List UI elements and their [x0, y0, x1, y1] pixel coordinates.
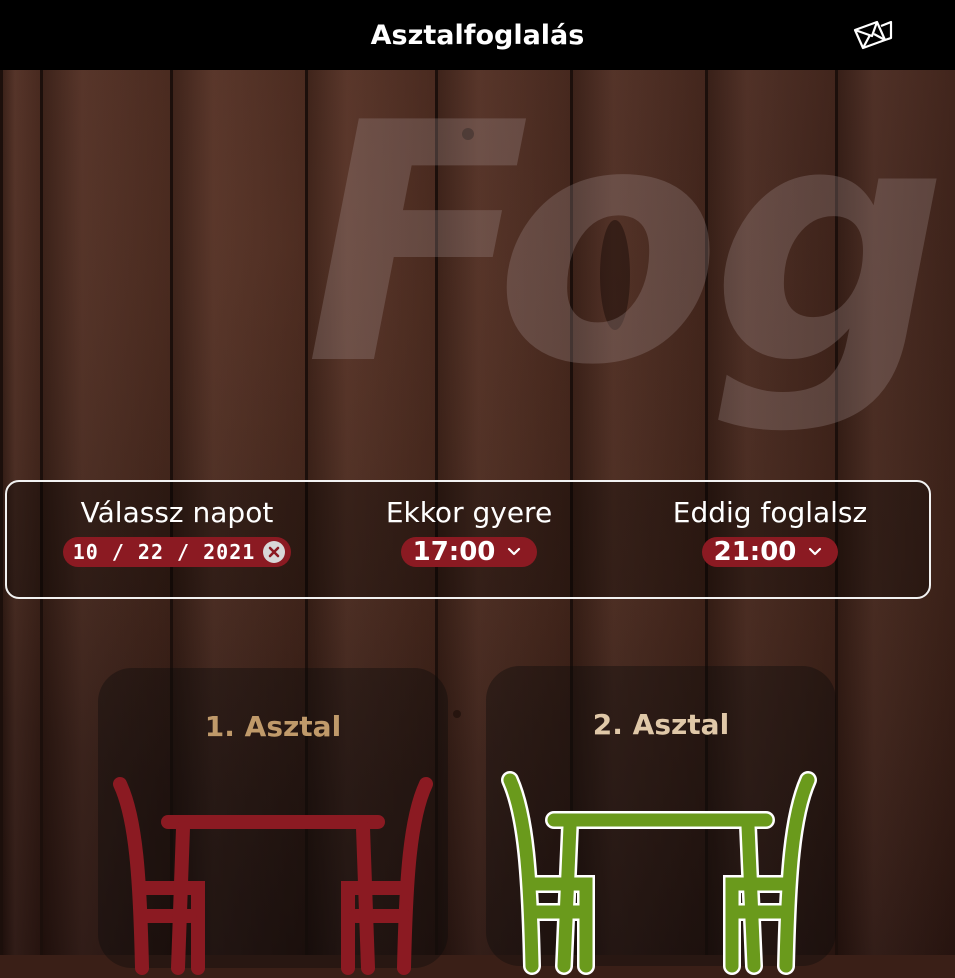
- end-time-value: 21:00: [713, 537, 797, 567]
- table-chairs-icon: [113, 777, 433, 975]
- top-bar: Asztalfoglalás: [0, 0, 955, 70]
- start-time-label: Ekkor gyere: [385, 496, 553, 529]
- start-time-select[interactable]: 17:00: [400, 537, 538, 567]
- chevron-down-icon: [809, 547, 822, 556]
- end-time-field: Eddig foglalsz 21:00: [640, 496, 900, 567]
- date-label: Válassz napot: [80, 496, 274, 529]
- reservation-form: Válassz napot 10 / 22 / 2021 Ekkor gyere…: [5, 480, 931, 599]
- date-field: Válassz napot 10 / 22 / 2021: [57, 496, 297, 567]
- close-icon: [264, 542, 285, 562]
- page-title: Asztalfoglalás: [370, 19, 585, 51]
- end-time-select[interactable]: 21:00: [701, 537, 839, 567]
- date-value: 10 / 22 / 2021: [72, 540, 256, 564]
- table-card-2[interactable]: 2. Asztal: [486, 666, 836, 975]
- end-time-label: Eddig foglalsz: [672, 496, 868, 529]
- background-watermark: Fog: [305, 70, 948, 437]
- table-2-label: 2. Asztal: [592, 708, 730, 741]
- mail-icon[interactable]: [851, 18, 895, 52]
- chevron-down-icon: [508, 547, 521, 556]
- date-input[interactable]: 10 / 22 / 2021: [62, 537, 292, 567]
- clear-date-button[interactable]: [263, 541, 286, 563]
- start-time-field: Ekkor gyere 17:00: [354, 496, 584, 567]
- wood-knot: [453, 710, 461, 718]
- start-time-value: 17:00: [412, 537, 496, 567]
- table-card-1[interactable]: 1. Asztal: [98, 668, 448, 975]
- table-1-label: 1. Asztal: [204, 710, 342, 743]
- table-chairs-selected-icon: [501, 771, 817, 975]
